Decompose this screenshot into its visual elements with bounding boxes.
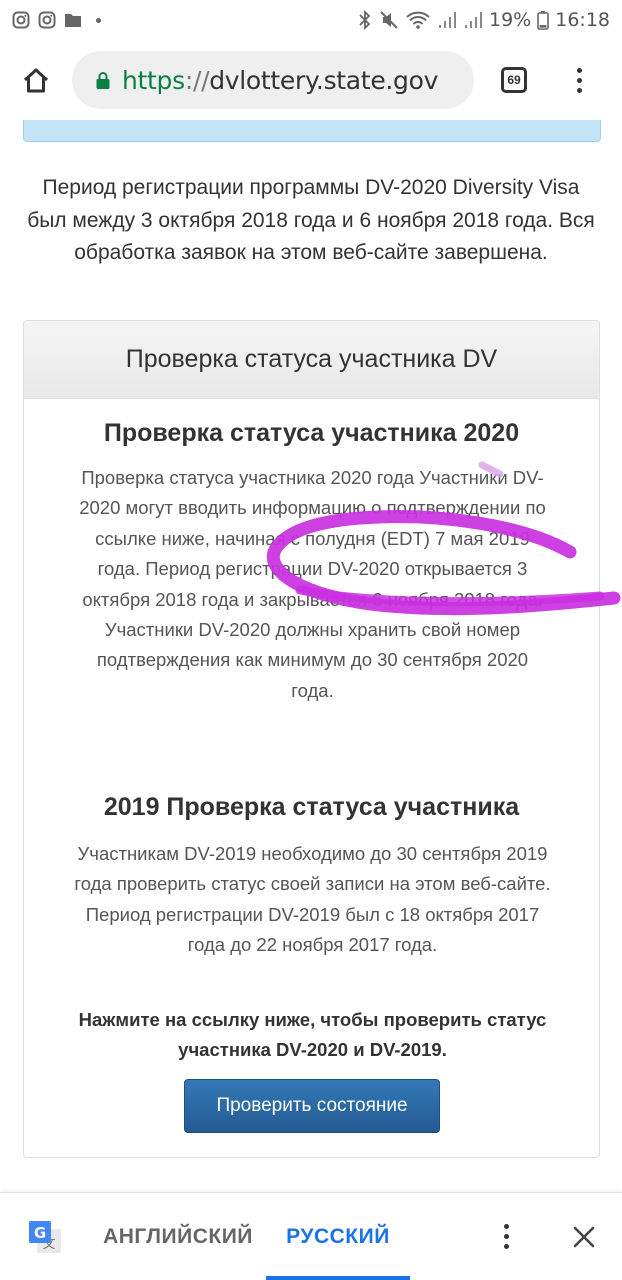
info-banner xyxy=(23,120,601,142)
tab-count: 69 xyxy=(501,67,527,93)
close-translate-button[interactable] xyxy=(546,1193,622,1280)
page-content: Период регистрации программы DV-2020 Div… xyxy=(0,120,622,1192)
svg-text:G: G xyxy=(34,1224,46,1242)
status-bar: 19% 16:18 xyxy=(0,0,622,40)
bluetooth-icon xyxy=(359,10,371,30)
browser-toolbar: https://dvlottery.state.gov 69 xyxy=(0,40,622,120)
battery-icon xyxy=(537,11,550,30)
more-vert-icon xyxy=(576,67,582,93)
battery-percent: 19% xyxy=(489,9,532,31)
dot-icon xyxy=(96,17,101,23)
browser-menu-button[interactable] xyxy=(554,40,604,120)
close-icon xyxy=(573,1226,595,1247)
mute-icon xyxy=(380,11,398,29)
address-bar[interactable]: https://dvlottery.state.gov xyxy=(72,51,474,109)
status-check-panel: Проверка статуса участника DV Проверка с… xyxy=(23,320,600,1158)
wifi-icon xyxy=(406,11,430,29)
instagram-icon xyxy=(12,11,30,29)
registration-notice: Период регистрации программы DV-2020 Div… xyxy=(27,176,595,264)
call-to-action-text: Нажмите на ссылку ниже, чтобы проверить … xyxy=(78,1009,547,1061)
translate-bar: 文 G АНГЛИЙСКИЙ РУССКИЙ xyxy=(0,1192,622,1280)
section-2020-text: Проверка статуса участника 2020 года Уча… xyxy=(79,467,546,701)
section-2019-text: Участникам DV-2019 необходимо до 30 сент… xyxy=(74,843,551,956)
google-translate-icon[interactable]: 文 G xyxy=(0,1193,90,1280)
signal-icon xyxy=(439,12,456,28)
instagram-icon xyxy=(38,11,56,29)
home-icon xyxy=(23,68,49,93)
section-2019-title: 2019 Проверка статуса участника xyxy=(103,793,520,821)
check-status-button[interactable]: Проверить состояние xyxy=(184,1079,440,1133)
url-text: https://dvlottery.state.gov xyxy=(122,65,439,95)
translate-options-button[interactable] xyxy=(466,1193,546,1280)
tab-source-language[interactable]: АНГЛИЙСКИЙ xyxy=(90,1193,266,1280)
lock-icon xyxy=(96,71,110,89)
tab-target-language[interactable]: РУССКИЙ xyxy=(266,1193,410,1280)
home-button[interactable] xyxy=(0,40,72,120)
clock-time: 16:18 xyxy=(555,9,610,31)
tab-switcher-button[interactable]: 69 xyxy=(474,40,554,120)
folder-icon xyxy=(65,14,81,27)
section-2020-title: Проверка статуса участника 2020 xyxy=(103,419,520,447)
panel-heading: Проверка статуса участника DV xyxy=(24,321,599,399)
more-vert-icon xyxy=(503,1224,509,1249)
signal-icon xyxy=(465,12,482,28)
